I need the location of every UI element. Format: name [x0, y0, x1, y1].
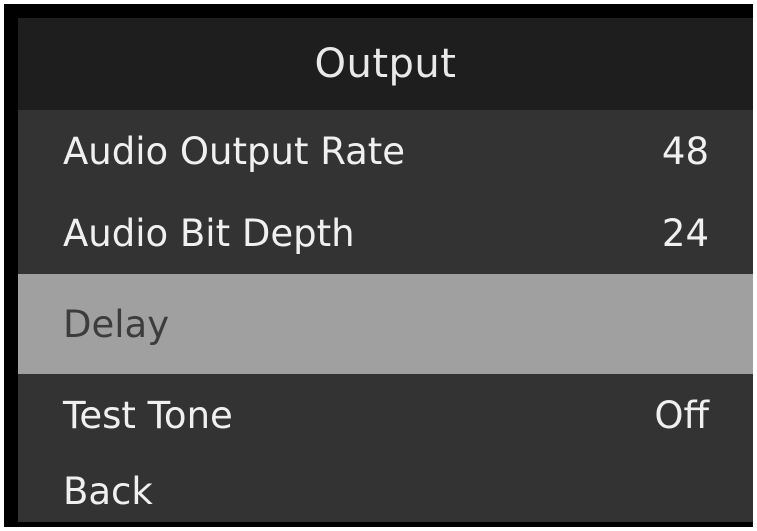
menu-item-test-tone[interactable]: Test Tone Off [18, 374, 753, 456]
menu-item-value: 24 [661, 211, 709, 255]
menu-item-label: Audio Output Rate [63, 129, 406, 173]
menu-item-label: Back [63, 469, 153, 513]
menu-item-audio-bit-depth[interactable]: Audio Bit Depth 24 [18, 192, 753, 274]
menu-item-back[interactable]: Back [18, 450, 753, 522]
title-bar: Output [18, 18, 753, 110]
osd-menu: Output Audio Output Rate 48 Audio Bit De… [18, 18, 753, 522]
menu-item-value: 48 [661, 129, 709, 173]
menu-item-delay[interactable]: Delay [18, 274, 753, 374]
menu-item-audio-output-rate[interactable]: Audio Output Rate 48 [18, 110, 753, 192]
menu-item-label: Test Tone [63, 393, 233, 437]
menu-title: Output [314, 41, 457, 87]
menu-item-value: Off [654, 393, 709, 437]
menu-item-label: Delay [63, 302, 170, 346]
menu-item-label: Audio Bit Depth [63, 211, 355, 255]
screen-frame: Output Audio Output Rate 48 Audio Bit De… [4, 4, 753, 527]
